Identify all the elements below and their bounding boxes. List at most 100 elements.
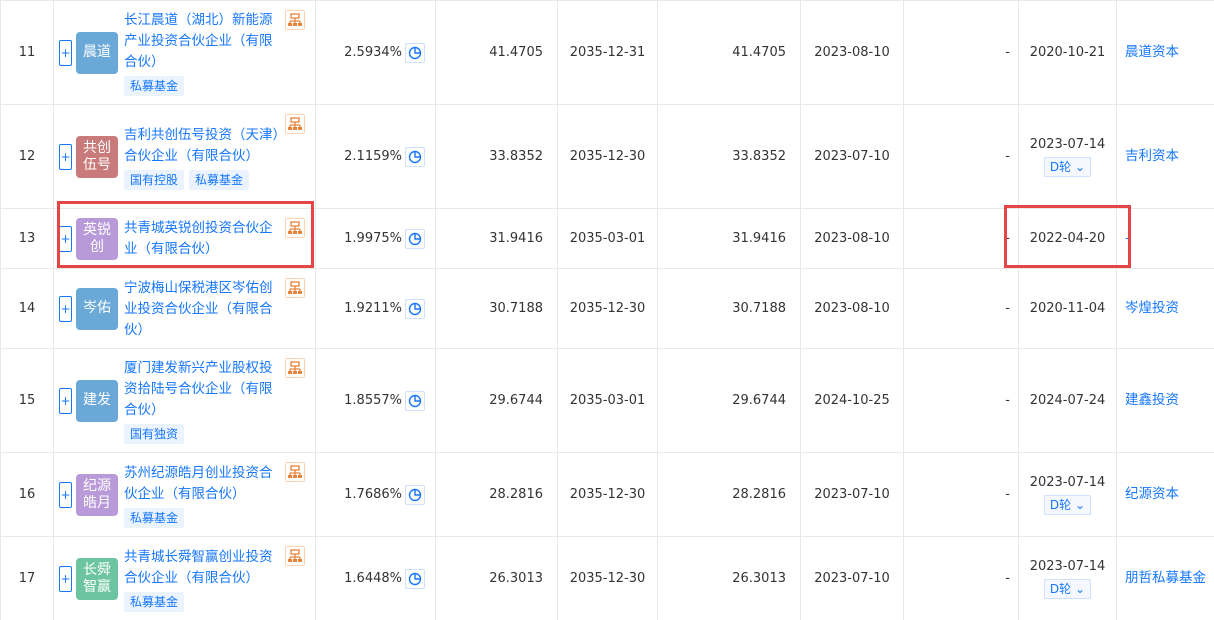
company-logo: 建发 (76, 379, 118, 422)
shareholder-cell: + 岑佑 宁波梅山保税港区岑佑创业投资合伙企业（有限合伙） (53, 268, 316, 349)
company-name-link[interactable]: 吉利共创伍号投资（天津）合伙企业（有限合伙） (124, 125, 281, 167)
status-badge: 私募基金 (124, 76, 185, 96)
shareholder-cell: + 建发 厦门建发新兴产业股权投资拾陆号合伙企业（有限合伙） 国有独资 (53, 348, 316, 453)
row-number: 11 (0, 0, 54, 105)
share-percent: 1.6448% (344, 571, 402, 586)
first-holding-date-cell: 2024-07-24 (1018, 348, 1117, 453)
shareholder-cell: + 长舜智赢 共青城长舜智赢创业投资合伙企业（有限合伙） 私募基金 (53, 536, 316, 620)
investor-link[interactable]: 岑煌投资 (1125, 300, 1179, 316)
company-name-link[interactable]: 共青城英锐创投资合伙企业（有限合伙） (124, 218, 281, 260)
related-investor-cell: 朋哲私募基金 (1116, 536, 1214, 620)
table-row: 11 + 晨道 长江晨道（湖北）新能源产业投资合伙企业（有限合伙） 私募基金 2… (0, 0, 1214, 105)
first-holding-date: 2023-07-14 (1029, 558, 1106, 574)
expand-button[interactable]: + (59, 143, 72, 170)
share-percent-cell: 1.7686% (315, 452, 436, 537)
share-percent-cell: 2.5934% (315, 0, 436, 105)
expand-button[interactable]: + (59, 387, 72, 414)
related-investor-cell: 晨道资本 (1116, 0, 1214, 105)
investor-link[interactable]: 建鑫投资 (1125, 392, 1179, 408)
investor-link[interactable]: 朋哲私募基金 (1125, 570, 1206, 586)
company-name-link[interactable]: 共青城长舜智赢创业投资合伙企业（有限合伙） (124, 547, 281, 589)
expand-button[interactable]: + (59, 295, 72, 322)
expand-button[interactable]: + (59, 481, 72, 508)
end-date: 2035-12-30 (557, 104, 658, 209)
related-investor-cell: 纪源资本 (1116, 452, 1214, 537)
first-holding-date-cell: 2023-07-14 D轮 ⌄ (1018, 536, 1117, 620)
paid-amount: 31.9416 (657, 208, 801, 269)
company-name-link[interactable]: 宁波梅山保税港区岑佑创业投资合伙企业（有限合伙） (124, 278, 281, 341)
related-investor-cell: 吉利资本 (1116, 104, 1214, 209)
expand-button[interactable]: + (59, 225, 72, 252)
empty-value: - (903, 452, 1019, 537)
equity-chart-icon[interactable] (285, 462, 305, 482)
share-percent: 1.8557% (344, 393, 402, 408)
equity-chart-icon[interactable] (285, 218, 305, 238)
investor-link[interactable]: 纪源资本 (1125, 486, 1179, 502)
end-date: 2035-03-01 (557, 208, 658, 269)
company-name-link[interactable]: 长江晨道（湖北）新能源产业投资合伙企业（有限合伙） (124, 10, 281, 73)
company-logo: 长舜智赢 (76, 557, 118, 600)
pie-chart-icon[interactable] (405, 390, 425, 411)
expand-button[interactable]: + (59, 39, 72, 66)
first-holding-date: 2020-11-04 (1029, 301, 1106, 316)
equity-chart-icon[interactable] (285, 10, 305, 30)
shareholder-cell: + 英锐创 共青城英锐创投资合伙企业（有限合伙） (53, 208, 316, 269)
table-row: 12 + 共创伍号 吉利共创伍号投资（天津）合伙企业（有限合伙） 国有控股 私募基… (0, 104, 1214, 209)
empty-value: - (903, 208, 1019, 269)
table-row: 17 + 长舜智赢 共青城长舜智赢创业投资合伙企业（有限合伙） 私募基金 1.6… (0, 536, 1214, 620)
subscribed-amount: 33.8352 (435, 104, 558, 209)
equity-chart-icon[interactable] (285, 358, 305, 378)
investor-link[interactable]: 晨道资本 (1125, 44, 1179, 60)
row-number: 12 (0, 104, 54, 209)
status-badge: 国有独资 (124, 424, 185, 444)
paid-date: 2023-07-10 (800, 104, 904, 209)
round-badge[interactable]: D轮 ⌄ (1043, 494, 1092, 515)
paid-date: 2023-08-10 (800, 208, 904, 269)
first-holding-date: 2024-07-24 (1029, 393, 1106, 408)
pie-chart-icon[interactable] (405, 298, 425, 319)
paid-amount: 30.7188 (657, 268, 801, 349)
pie-chart-icon[interactable] (405, 228, 425, 249)
subscribed-amount: 29.6744 (435, 348, 558, 453)
empty-value: - (903, 0, 1019, 105)
related-investor-cell: 岑煌投资 (1116, 268, 1214, 349)
pie-chart-icon[interactable] (405, 568, 425, 589)
expand-button[interactable]: + (59, 565, 72, 592)
pie-chart-icon[interactable] (405, 42, 425, 63)
paid-amount: 28.2816 (657, 452, 801, 537)
paid-amount: 41.4705 (657, 0, 801, 105)
first-holding-date-cell: 2023-07-14 D轮 ⌄ (1018, 452, 1117, 537)
share-percent: 1.9211% (344, 301, 402, 316)
status-badge: 私募基金 (124, 507, 185, 528)
first-holding-date: 2022-04-20 (1029, 231, 1106, 246)
shareholder-cell: + 纪源皓月 苏州纪源皓月创业投资合伙企业（有限合伙） 私募基金 (53, 452, 316, 537)
end-date: 2035-12-31 (557, 0, 658, 105)
subscribed-amount: 31.9416 (435, 208, 558, 269)
end-date: 2035-03-01 (557, 348, 658, 453)
round-badge[interactable]: D轮 ⌄ (1043, 156, 1092, 177)
pie-chart-icon[interactable] (405, 146, 425, 167)
company-name-link[interactable]: 苏州纪源皓月创业投资合伙企业（有限合伙） (124, 463, 281, 505)
related-investor-cell: 建鑫投资 (1116, 348, 1214, 453)
paid-amount: 26.3013 (657, 536, 801, 620)
row-number: 13 (0, 208, 54, 269)
investor-link: - (1125, 230, 1130, 246)
end-date: 2035-12-30 (557, 268, 658, 349)
round-badge[interactable]: D轮 ⌄ (1043, 578, 1092, 599)
subscribed-amount: 28.2816 (435, 452, 558, 537)
end-date: 2035-12-30 (557, 536, 658, 620)
pie-chart-icon[interactable] (405, 484, 425, 505)
equity-chart-icon[interactable] (285, 278, 305, 298)
related-investor-cell: - (1116, 208, 1214, 269)
share-percent-cell: 1.8557% (315, 348, 436, 453)
share-percent-cell: 1.9975% (315, 208, 436, 269)
empty-value: - (903, 268, 1019, 349)
investor-link[interactable]: 吉利资本 (1125, 148, 1179, 164)
equity-chart-icon[interactable] (285, 114, 305, 134)
empty-value: - (903, 348, 1019, 453)
share-percent-cell: 2.1159% (315, 104, 436, 209)
equity-chart-icon[interactable] (285, 546, 305, 566)
shareholder-cell: + 共创伍号 吉利共创伍号投资（天津）合伙企业（有限合伙） 国有控股 私募基金 (53, 104, 316, 209)
paid-date: 2023-07-10 (800, 452, 904, 537)
company-name-link[interactable]: 厦门建发新兴产业股权投资拾陆号合伙企业（有限合伙） (124, 358, 281, 421)
